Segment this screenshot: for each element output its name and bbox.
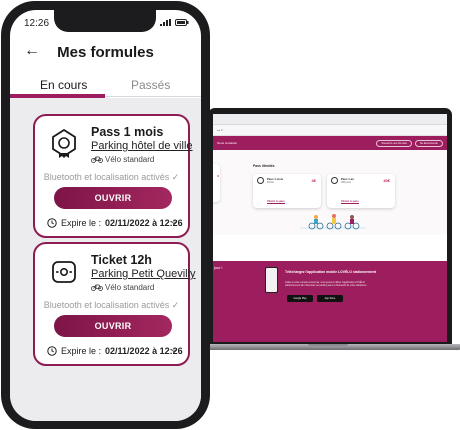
pass-card-price: 40€ — [383, 178, 390, 183]
status-icons — [160, 19, 189, 26]
promo-title: Téléchargez l'application mobile LOVÉLO … — [285, 270, 377, 274]
parking-link[interactable]: Parking Petit Quevilly — [91, 268, 196, 280]
bike-icon — [91, 284, 103, 291]
app-promo-banner: jour ! Téléchargez l'application mobile … — [213, 261, 447, 342]
clock-icon — [47, 346, 57, 356]
phone-mockup: 12:26 ← Mes formules En cours Passés Pas… — [1, 1, 210, 429]
logout-button[interactable]: Se déconnecter — [414, 139, 443, 147]
subscribe-button[interactable]: Souscrire une formule — [376, 139, 412, 147]
contact-link[interactable]: Nous contacter — [217, 141, 237, 145]
pass-card-month[interactable]: Pass 1 mois Illimité 4€ Choisir ce pass — [253, 174, 321, 208]
ticket-timer-icon — [52, 261, 76, 283]
partial-card: € — [213, 164, 220, 202]
promo-left-text: jour ! — [214, 266, 223, 270]
browser-url-bar[interactable]: ◂ ▸ ⟳ — [213, 125, 447, 136]
pass-card-sub: Illimité — [267, 181, 274, 184]
laptop-notch — [308, 344, 348, 346]
status-time: 12:26 — [24, 18, 50, 29]
bike-type-label: Vélo standard — [105, 155, 155, 164]
tab-en-cours[interactable]: En cours — [40, 78, 87, 92]
expiry-label: Expire le : — [61, 218, 102, 228]
battery-icon — [175, 19, 189, 26]
google-play-button[interactable]: Google Play — [287, 295, 313, 302]
chevron-down-icon[interactable]: ⌄ — [170, 216, 178, 227]
site-body: € Pass illimités Pass 1 mois Illimité 4€… — [213, 150, 447, 235]
open-button[interactable]: OUVRIR — [54, 187, 172, 209]
cyclists-illustration — [300, 214, 366, 230]
expiry-label: Expire le : — [61, 346, 102, 356]
bike-type: Vélo standard — [91, 155, 154, 164]
site-header: Nous contacter Souscrire une formule Se … — [213, 136, 447, 150]
clock-icon — [47, 218, 57, 228]
signal-icon — [160, 19, 171, 26]
chevron-down-icon[interactable]: ⌄ — [170, 344, 178, 355]
pass-card-sub: 365 jours — [341, 181, 351, 184]
tab-passes[interactable]: Passés — [131, 78, 170, 92]
ticket-name: Ticket 12h — [91, 253, 152, 267]
promo-description: Grâce à votre compte personnel, vous pou… — [285, 281, 367, 288]
page-title: Mes formules — [57, 44, 154, 61]
pass-card-year[interactable]: Pass 1 an 365 jours 40€ Choisir ce pass — [327, 174, 395, 208]
open-button[interactable]: OUVRIR — [54, 315, 172, 337]
pass-badge-icon — [331, 177, 338, 184]
pass-card-price: 4€ — [311, 178, 316, 183]
laptop-mockup: ◂ ▸ ⟳ Nous contacter Souscrire une formu… — [196, 108, 460, 358]
phone-notch — [54, 10, 156, 32]
bike-icon — [91, 156, 103, 163]
app-store-button[interactable]: App Store — [317, 295, 343, 302]
phone-screen: 12:26 ← Mes formules En cours Passés Pas… — [10, 10, 201, 421]
pass-badge-icon — [257, 177, 264, 184]
expiry-info: Expire le : 02/11/2022 à 12:26 — [47, 218, 183, 228]
expiry-info: Expire le : 02/11/2022 à 12:26 — [47, 346, 183, 356]
ticket-card[interactable]: Pass 1 mois Parking hôtel de ville Vélo … — [33, 114, 193, 238]
bluetooth-status: Bluetooth et localisation activés ✓ — [43, 172, 180, 182]
browser-tab-bar — [213, 114, 447, 125]
parking-link[interactable]: Parking hôtel de ville — [91, 140, 193, 152]
ticket-card[interactable]: Ticket 12h Parking Petit Quevilly Vélo s… — [33, 242, 196, 366]
bike-type: Vélo standard — [91, 283, 154, 292]
section-title: Pass illimités — [253, 164, 275, 168]
choose-pass-link[interactable]: Choisir ce pass — [267, 200, 285, 204]
bluetooth-status: Bluetooth et localisation activés ✓ — [43, 300, 180, 310]
ticket-name: Pass 1 mois — [91, 125, 164, 139]
url-icon: ◂ ▸ ⟳ — [217, 128, 224, 132]
choose-pass-link[interactable]: Choisir ce pass — [341, 200, 359, 204]
laptop-screen: ◂ ▸ ⟳ Nous contacter Souscrire une formu… — [213, 114, 447, 342]
phone-illustration — [265, 267, 278, 293]
pass-badge-icon — [52, 129, 76, 158]
bike-type-label: Vélo standard — [105, 283, 155, 292]
